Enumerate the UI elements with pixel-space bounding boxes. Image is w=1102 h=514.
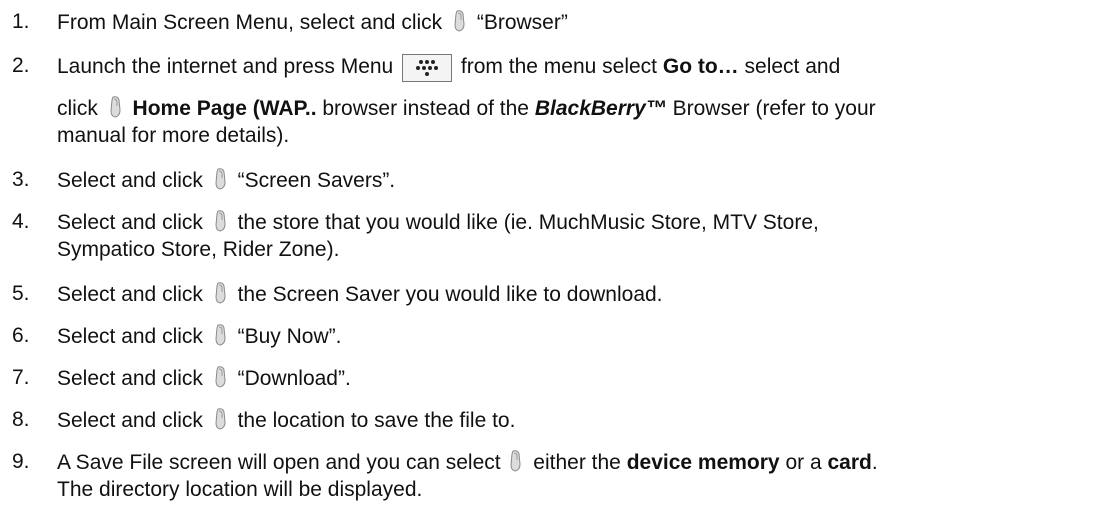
trackwheel-icon [108, 96, 123, 118]
step-text-part: “Screen Savers”. [237, 169, 396, 192]
step-text-part: either the [533, 451, 621, 474]
step-text: Launch the internet and press Menu from … [57, 54, 840, 82]
step-text: Select and click the store that you woul… [57, 210, 819, 235]
step-text-part: Select and click [57, 409, 203, 432]
step-text: Select and click the Screen Saver you wo… [57, 282, 663, 307]
step-text-part: or a [785, 451, 822, 474]
step-text-part: Select and click [57, 283, 203, 306]
step-text-part: Select and click [57, 211, 203, 234]
step-number: 1. [12, 10, 30, 33]
step-text-part: Browser (refer to your [672, 97, 876, 120]
step-text-part: A Save File screen will open and you can… [57, 451, 501, 474]
step-text-part: the store that you would like (ie. MuchM… [237, 211, 819, 234]
step-text-bold: device memory [626, 451, 780, 474]
step-number: 9. [12, 450, 30, 473]
step-text: A Save File screen will open and you can… [57, 450, 878, 475]
blackberry-menu-key-icon [402, 54, 453, 82]
step-number: 6. [12, 324, 30, 347]
step-text-part: Select and click [57, 325, 203, 348]
step-text-part: Launch the internet and press Menu [57, 55, 394, 78]
step-number: 3. [12, 168, 30, 191]
step-text: The directory location will be displayed… [57, 478, 423, 501]
trackwheel-icon [213, 210, 228, 232]
step-text-part: Select and click [57, 367, 203, 390]
step-text-bold: card [827, 451, 872, 474]
step-text-part: from the menu select [460, 55, 658, 78]
step-text-part: select and [744, 55, 841, 78]
step-text-part: . [871, 451, 878, 474]
step-text-part: Select and click [57, 169, 203, 192]
step-text-part: “Browser” [476, 11, 568, 34]
step-text-part: “Download”. [237, 367, 351, 390]
step-text: Select and click the location to save th… [57, 408, 515, 433]
step-text-bold: Go to… [662, 55, 739, 78]
step-text: Select and click “Screen Savers”. [57, 168, 395, 193]
trackwheel-icon [508, 450, 523, 472]
step-text: click Home Page (WAP.. browser instead o… [57, 96, 876, 121]
step-text-part: the Screen Saver you would like to downl… [237, 283, 663, 306]
trackwheel-icon [213, 168, 228, 190]
trackwheel-icon [213, 408, 228, 430]
step-text: manual for more details). [57, 124, 290, 147]
step-number: 7. [12, 366, 30, 389]
step-text: Select and click “Download”. [57, 366, 351, 391]
step-text-part: “Buy Now”. [237, 325, 342, 348]
instructions-document: 1. From Main Screen Menu, select and cli… [0, 0, 1102, 514]
step-text-part: browser instead of the [322, 97, 529, 120]
trackwheel-icon [452, 10, 467, 32]
trackwheel-icon [213, 324, 228, 346]
step-text-bold-italic: BlackBerry™ [534, 97, 667, 120]
trackwheel-icon [213, 282, 228, 304]
step-text-part: the location to save the file to. [237, 409, 516, 432]
trackwheel-icon [213, 366, 228, 388]
step-text-part: click [57, 97, 98, 120]
step-text: Sympatico Store, Rider Zone). [57, 238, 340, 261]
step-number: 8. [12, 408, 30, 431]
step-number: 2. [12, 54, 30, 77]
step-number: 5. [12, 282, 30, 305]
step-number: 4. [12, 210, 30, 233]
step-text: Select and click “Buy Now”. [57, 324, 341, 349]
step-text: From Main Screen Menu, select and click … [57, 10, 568, 35]
step-text-part: From Main Screen Menu, select and click [57, 11, 443, 34]
step-text-bold: Home Page (WAP.. [132, 97, 317, 120]
